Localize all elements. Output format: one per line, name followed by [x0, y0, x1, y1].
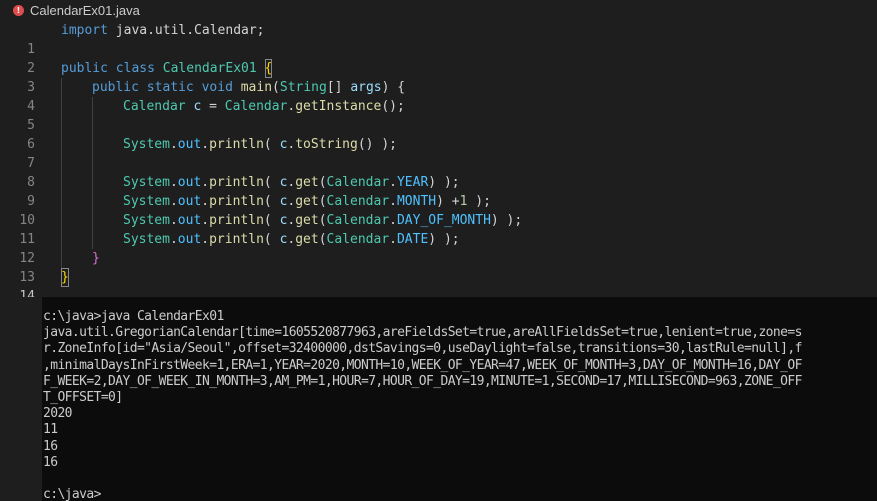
terminal-line: T_OFFSET=0]: [43, 389, 123, 405]
terminal-line: c:\java>java CalendarEx01: [43, 309, 224, 324]
code-line[interactable]: 12 System.out.println( c.get(Calendar.DA…: [0, 230, 877, 266]
code-text: import java.util.Calendar;: [61, 23, 265, 38]
tab-title[interactable]: CalendarEx01.java: [30, 3, 140, 18]
code-line[interactable]: 13 }: [0, 249, 877, 285]
code-line[interactable]: 10 System.out.println( c.get(Calendar.MO…: [0, 192, 877, 228]
code-line[interactable]: 1 import java.util.Calendar;: [0, 21, 877, 57]
terminal-line: java.util.GregorianCalendar[time=1605520…: [43, 325, 802, 341]
code-line[interactable]: 3 public class CalendarEx01 {: [0, 59, 877, 95]
code-editor[interactable]: ! CalendarEx01.java 1 import java.util.C…: [0, 0, 877, 297]
code-text: System.out.println( c.get(Calendar.DATE)…: [123, 232, 460, 247]
editor-tab[interactable]: ! CalendarEx01.java: [0, 0, 877, 22]
code-line[interactable]: 14 }: [0, 268, 877, 297]
terminal-line: 16: [43, 438, 58, 454]
terminal-panel[interactable]: c:\java>java CalendarEx01 java.util.Greg…: [42, 297, 877, 501]
code-line[interactable]: 6: [0, 116, 877, 152]
code-text: public static void main(String[] args) {: [92, 80, 406, 95]
code-text: }: [61, 268, 69, 287]
terminal-line: r.ZoneInfo[id="Asia/Seoul",offset=324000…: [43, 341, 802, 357]
terminal-line: 2020: [43, 406, 73, 422]
code-line[interactable]: 9 System.out.println( c.get(Calendar.YEA…: [0, 173, 877, 209]
code-line[interactable]: 7 System.out.println( c.toString() );: [0, 135, 877, 171]
terminal-line: 11: [43, 422, 58, 438]
terminal-line: 16: [43, 454, 58, 470]
code-text: System.out.println( c.get(Calendar.DAY_O…: [123, 213, 523, 228]
vscode-window: ! CalendarEx01.java 1 import java.util.C…: [0, 0, 877, 501]
error-icon: !: [13, 5, 24, 16]
code-text: System.out.println( c.get(Calendar.MONTH…: [123, 194, 491, 209]
code-line[interactable]: 5 Calendar c = Calendar.getInstance();: [0, 97, 877, 133]
terminal-line: F_WEEK=2,DAY_OF_WEEK_IN_MONTH=3,AM_PM=1,…: [43, 373, 802, 389]
code-text: }: [92, 251, 100, 266]
code-text: System.out.println( c.toString() );: [123, 137, 397, 152]
matched-bracket: {: [264, 59, 273, 78]
terminal-output: c:\java>java CalendarEx01 java.util.Greg…: [42, 297, 877, 501]
line-number: 14: [19, 289, 35, 297]
matched-bracket: }: [61, 268, 69, 287]
code-line[interactable]: 2: [0, 40, 877, 76]
terminal-line: ,minimalDaysInFirstWeek=1,ERA=1,YEAR=202…: [43, 357, 802, 373]
code-line[interactable]: 4 public static void main(String[] args)…: [0, 78, 877, 114]
code-text: System.out.println( c.get(Calendar.YEAR)…: [123, 175, 460, 190]
code-line[interactable]: 8: [0, 154, 877, 190]
code-text: Calendar c = Calendar.getInstance();: [123, 99, 405, 114]
terminal-prompt[interactable]: c:\java>: [43, 487, 877, 501]
code-line[interactable]: 11 System.out.println( c.get(Calendar.DA…: [0, 211, 877, 247]
code-text: public class CalendarEx01 {: [61, 59, 273, 78]
code-area[interactable]: 1 import java.util.Calendar; 2 3 public …: [0, 21, 877, 297]
